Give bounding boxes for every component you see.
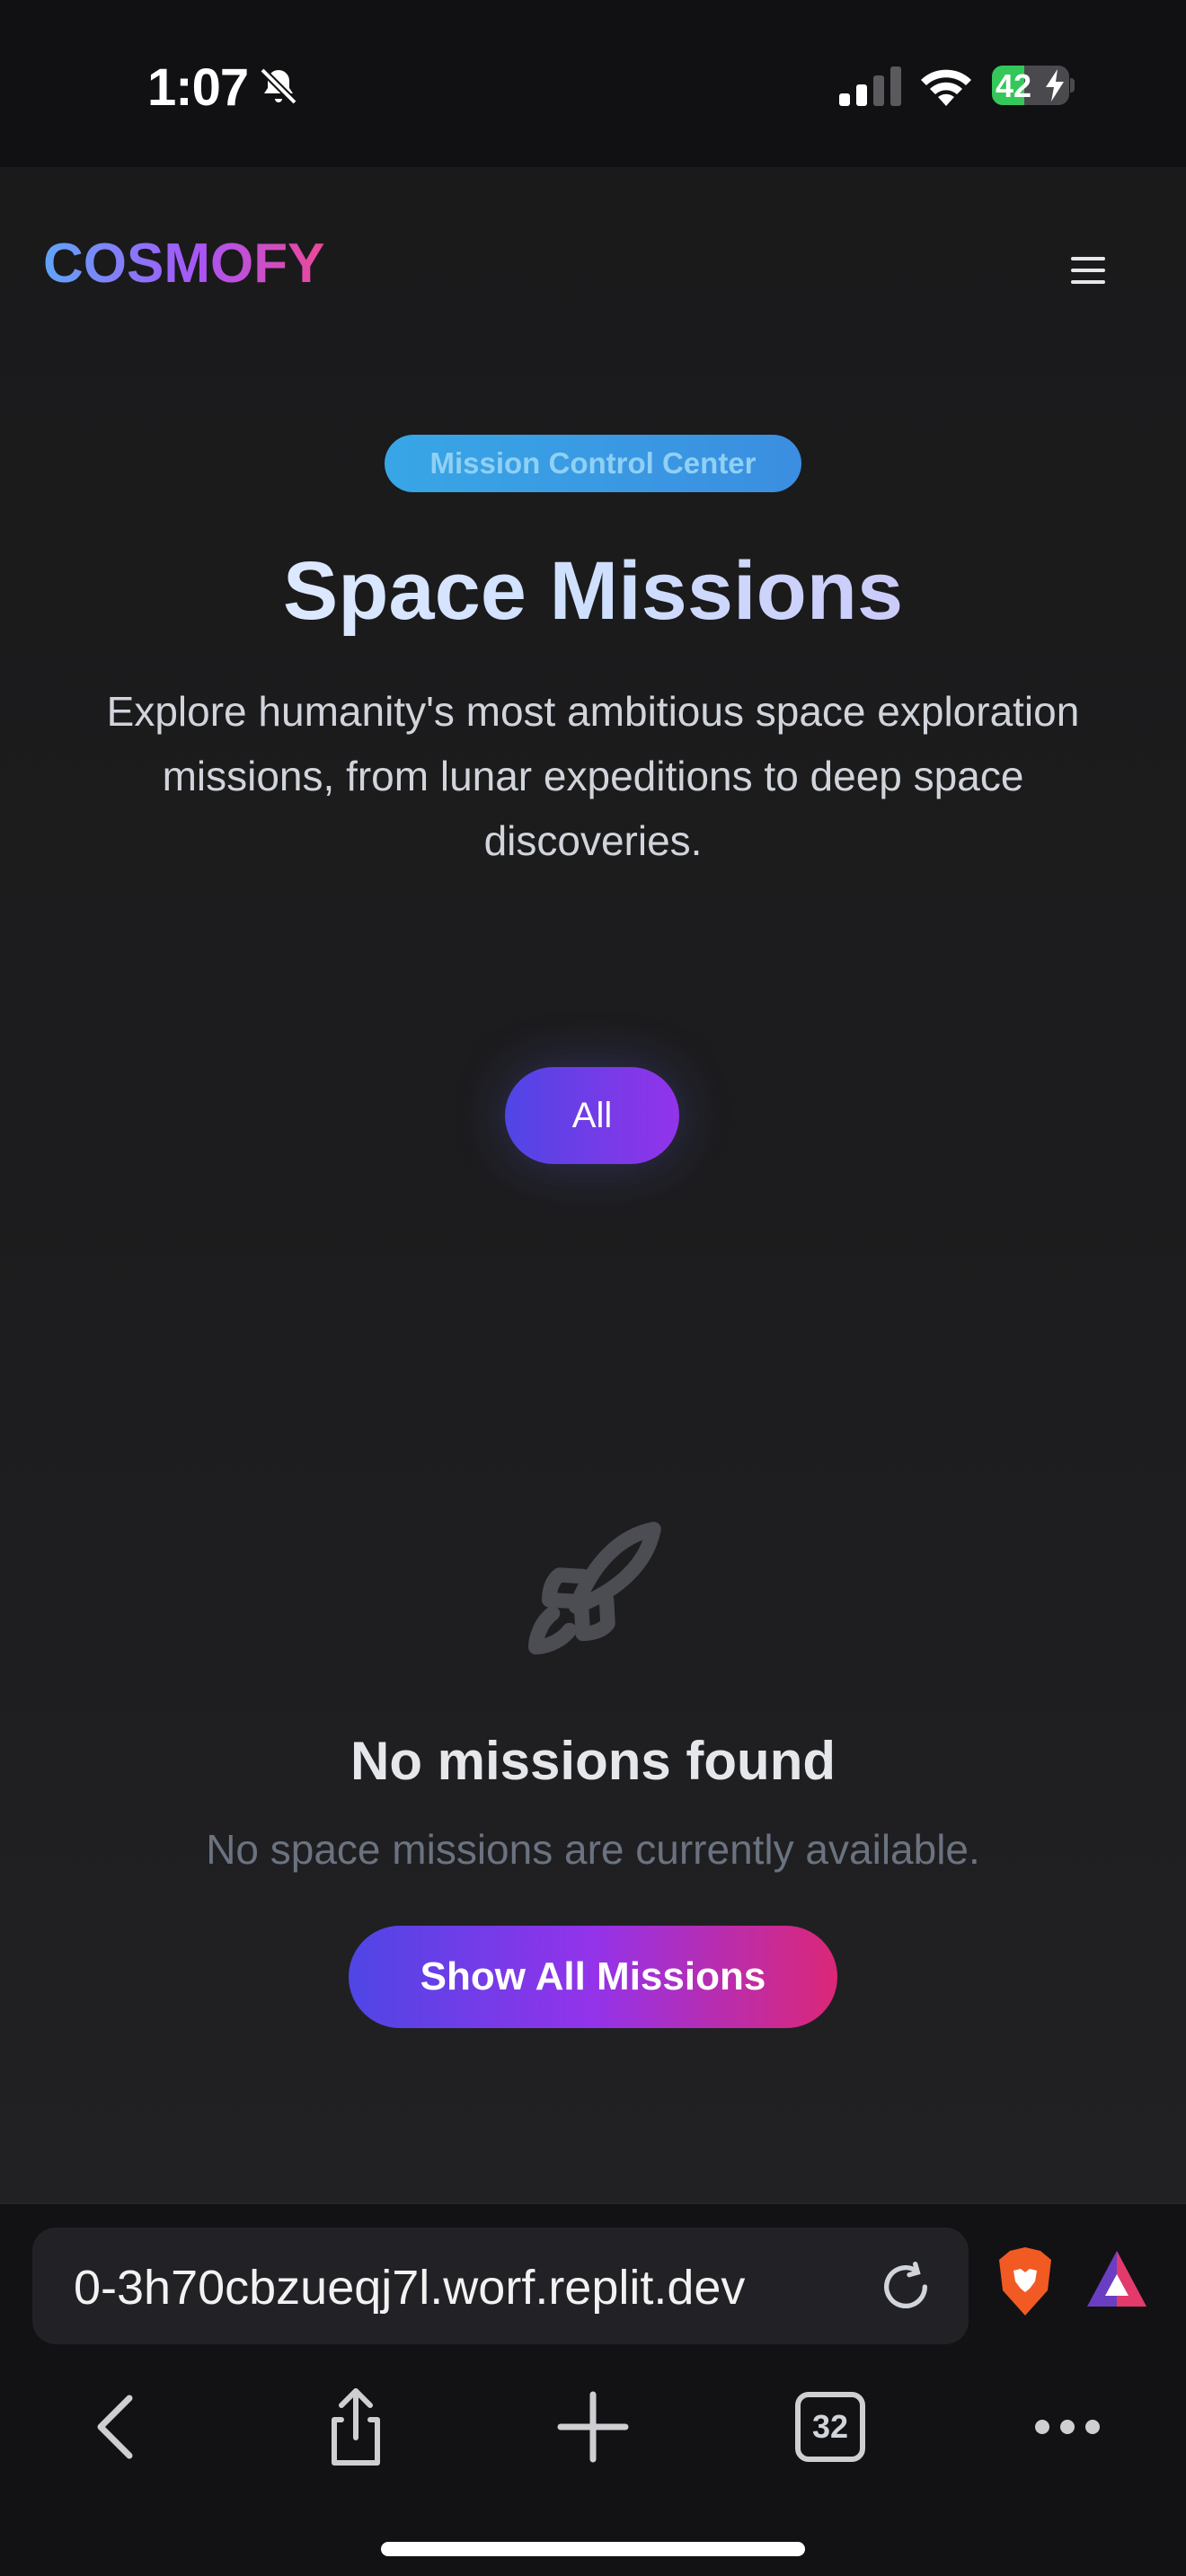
share-icon[interactable] [313,2384,399,2470]
tabs-button[interactable]: 32 [787,2384,873,2470]
status-time: 1:07 [147,58,249,117]
logo[interactable]: COSMOFY [43,232,324,296]
hamburger-menu-icon[interactable] [1066,248,1111,293]
status-bar: 1:07 42 [0,0,1186,167]
cellular-signal-icon [839,66,901,106]
show-all-missions-button[interactable]: Show All Missions [349,1926,837,2028]
tabs-count: 32 [811,2408,849,2445]
battery-indicator: 42 [992,66,1075,105]
home-indicator[interactable] [381,2542,805,2556]
brave-rewards-icon[interactable] [1085,2249,1148,2308]
more-options-icon[interactable] [1024,2384,1111,2470]
page-subtitle: Explore humanity's most ambitious space … [106,688,1080,864]
brave-shields-icon[interactable] [994,2245,1057,2317]
wifi-icon [921,69,971,106]
navbar: COSMOFY [0,167,1186,359]
browser-toolbar: 0-3h70cbzueqj7l.worf.replit.dev 32 [0,2202,1186,2576]
url-text[interactable]: 0-3h70cbzueqj7l.worf.replit.dev [74,2260,873,2316]
reload-icon[interactable] [877,2258,934,2316]
battery-percent: 42 [996,67,1032,104]
filter-all-button[interactable]: All [505,1067,679,1164]
rocket-icon [528,1522,661,1654]
mission-control-badge: Mission Control Center [385,435,801,492]
empty-state-message: No space missions are currently availabl… [206,1826,980,1873]
empty-state-title: No missions found [350,1731,836,1791]
bell-slash-icon [260,67,297,105]
page: COSMOFY Mission Control Center Space Mis… [0,167,1186,2202]
charging-bolt-icon [1046,69,1064,101]
address-bar[interactable]: 0-3h70cbzueqj7l.worf.replit.dev [32,2228,969,2344]
new-tab-icon[interactable] [550,2384,636,2470]
page-title: Space Missions [0,544,1186,639]
back-icon[interactable] [75,2384,162,2470]
